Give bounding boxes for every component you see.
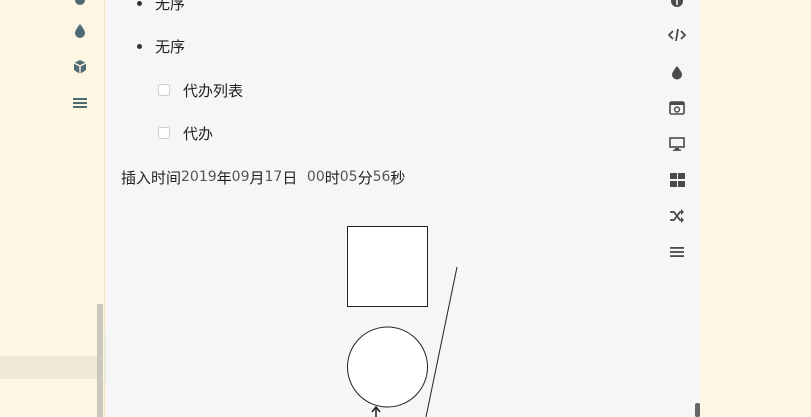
code-icon[interactable] (666, 24, 688, 46)
minute-unit: 分 (357, 168, 373, 187)
right-margin (700, 0, 811, 417)
todo-item-text[interactable]: 代办列表 (183, 80, 243, 101)
monitor-icon[interactable] (666, 133, 688, 155)
second-value: 56 (372, 169, 391, 185)
bullet-marker (137, 0, 142, 6)
line-shape (425, 266, 458, 417)
circle-shape (347, 326, 428, 408)
year-value: 2019 (181, 169, 217, 185)
list-item[interactable]: 无序 (137, 35, 185, 57)
second-unit: 秒 (390, 168, 406, 187)
drop-icon[interactable] (70, 21, 90, 41)
list-item[interactable]: 无序 (137, 0, 185, 14)
todo-checkbox[interactable] (158, 84, 170, 96)
month-unit: 月 (249, 168, 265, 187)
day-value: 17 (264, 169, 283, 185)
todo-checkbox[interactable] (158, 127, 170, 139)
todo-item-text[interactable]: 代办 (183, 123, 213, 144)
shuffle-icon[interactable] (666, 205, 688, 227)
minute-value: 05 (339, 169, 358, 185)
circle-icon[interactable] (70, 0, 90, 10)
list-item-text[interactable]: 无序 (155, 36, 185, 57)
grid-icon[interactable] (666, 169, 688, 191)
image-icon[interactable] (666, 97, 688, 119)
sidebar-scrollbar[interactable] (97, 304, 103, 417)
year-unit: 年 (216, 168, 232, 187)
arrow-shape (371, 405, 381, 417)
insert-time-line[interactable]: 插入时间 2019 年 09 月 17 日 00 时 05 分 56 秒 (121, 166, 405, 188)
square-shape (347, 226, 428, 307)
cube-icon[interactable] (70, 57, 90, 77)
drop-icon[interactable] (666, 61, 688, 83)
drawing-canvas[interactable] (330, 215, 480, 417)
month-value: 09 (231, 169, 250, 185)
hour-unit: 时 (324, 168, 340, 187)
editor-scrollbar-thumb[interactable] (695, 403, 700, 417)
list-item-text[interactable]: 无序 (155, 0, 185, 14)
bullet-marker (137, 43, 142, 49)
menu-icon[interactable] (70, 93, 90, 113)
hour-value: 00 (306, 169, 325, 185)
insert-time-prefix: 插入时间 (121, 168, 182, 187)
day-unit: 日 (282, 168, 298, 187)
left-sidebar (0, 0, 105, 417)
menu-icon[interactable] (666, 241, 688, 263)
info-icon[interactable] (666, 0, 688, 12)
todo-item[interactable]: 代办 (158, 122, 213, 144)
todo-item[interactable]: 代办列表 (158, 79, 243, 101)
sidebar-selected-row[interactable] (0, 356, 99, 379)
